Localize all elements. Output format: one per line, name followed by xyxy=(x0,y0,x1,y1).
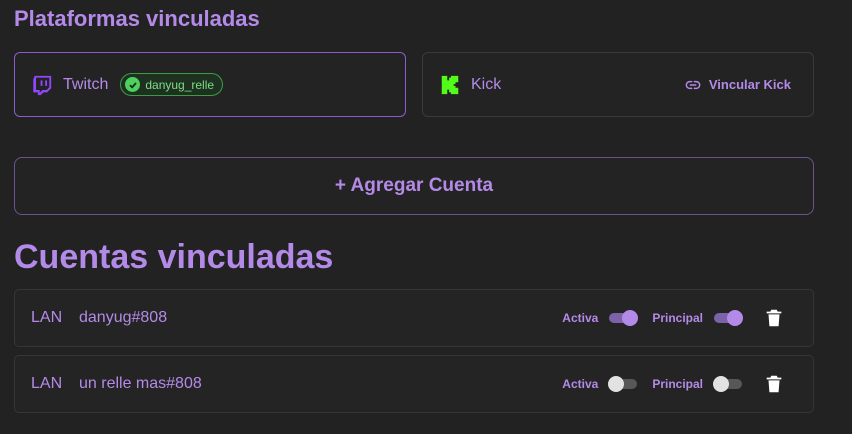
principal-label: Principal xyxy=(652,311,703,325)
link-icon xyxy=(685,80,701,89)
twitch-platform-card: Twitch danyug_relle xyxy=(14,52,406,117)
link-kick-button[interactable]: Vincular Kick xyxy=(685,77,791,93)
kick-label: Kick xyxy=(471,75,502,93)
account-region: LAN xyxy=(31,309,63,326)
principal-toggle[interactable] xyxy=(713,309,743,327)
principal-label: Principal xyxy=(652,377,703,391)
twitch-label: Twitch xyxy=(63,75,109,93)
kick-platform-card: Kick Vincular Kick xyxy=(422,52,814,117)
twitch-linked-username: danyug_relle xyxy=(145,77,215,92)
check-circle-icon xyxy=(125,77,141,92)
linked-accounts-title: Cuentas vinculadas xyxy=(14,238,334,276)
account-region: LAN xyxy=(31,375,63,392)
delete-account-icon[interactable] xyxy=(763,373,785,395)
active-toggle[interactable] xyxy=(608,375,638,393)
add-account-button[interactable]: + Agregar Cuenta xyxy=(14,157,814,215)
twitch-icon xyxy=(33,75,52,95)
account-riot-id: un relle mas#808 xyxy=(79,375,202,392)
platforms-title: Plataformas vinculadas xyxy=(14,6,260,31)
link-kick-label: Vincular Kick xyxy=(708,77,791,92)
delete-account-icon[interactable] xyxy=(763,307,785,329)
active-label: Activa xyxy=(562,377,599,391)
active-label: Activa xyxy=(562,311,599,325)
account-row: LAN danyug#808 Activa Principal xyxy=(14,289,814,347)
kick-icon xyxy=(441,75,459,94)
active-toggle[interactable] xyxy=(608,309,639,327)
account-row: LAN un relle mas#808 Activa Principal xyxy=(14,355,814,413)
twitch-linked-badge: danyug_relle xyxy=(120,73,224,96)
principal-toggle[interactable] xyxy=(713,375,743,393)
account-riot-id: danyug#808 xyxy=(79,309,168,326)
